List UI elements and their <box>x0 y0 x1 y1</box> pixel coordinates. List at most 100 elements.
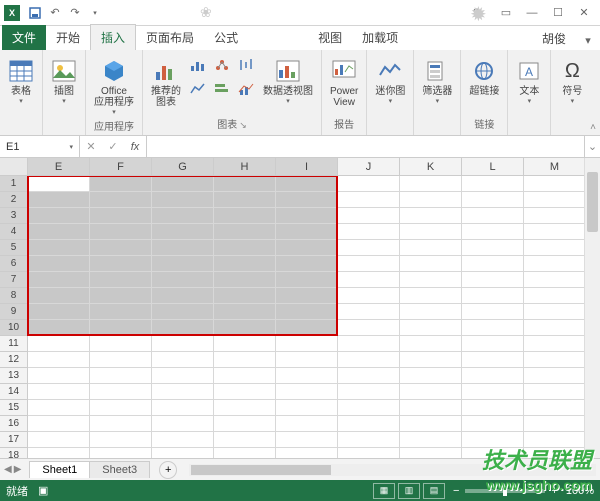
cell[interactable] <box>276 384 338 400</box>
cell[interactable] <box>214 400 276 416</box>
add-sheet-button[interactable]: + <box>159 461 177 479</box>
row-header[interactable]: 13 <box>0 368 28 384</box>
cell[interactable] <box>152 224 214 240</box>
cell[interactable] <box>462 192 524 208</box>
minimize-icon[interactable]: — <box>520 3 544 23</box>
sheet-prev-icon[interactable]: ◀ <box>4 464 12 475</box>
row-header[interactable]: 4 <box>0 224 28 240</box>
row-header[interactable]: 5 <box>0 240 28 256</box>
zoom-out-icon[interactable]: − <box>453 485 459 497</box>
cell[interactable] <box>462 272 524 288</box>
row-header[interactable]: 1 <box>0 176 28 192</box>
cell[interactable] <box>524 192 586 208</box>
user-name[interactable]: 胡俊 <box>532 30 576 47</box>
cell[interactable] <box>524 384 586 400</box>
cell[interactable] <box>524 352 586 368</box>
dialog-launcher-icon[interactable]: ↘ <box>239 120 247 130</box>
cancel-icon[interactable]: ✕ <box>80 140 102 153</box>
symbols-button[interactable]: Ω 符号 ▾ <box>555 54 589 107</box>
column-header[interactable]: E <box>28 158 90 175</box>
collapse-ribbon-icon[interactable]: ˄ <box>590 122 596 133</box>
cell[interactable] <box>276 448 338 458</box>
cell[interactable] <box>524 416 586 432</box>
cell[interactable] <box>90 336 152 352</box>
column-chart-icon[interactable] <box>187 54 209 76</box>
cell[interactable] <box>462 416 524 432</box>
cell[interactable] <box>462 208 524 224</box>
cell[interactable] <box>400 256 462 272</box>
sparklines-button[interactable]: 迷你图 ▾ <box>371 54 409 107</box>
cell[interactable] <box>152 176 214 192</box>
cell[interactable] <box>90 384 152 400</box>
cell[interactable] <box>276 192 338 208</box>
cell[interactable] <box>276 256 338 272</box>
cell[interactable] <box>214 304 276 320</box>
cell[interactable] <box>28 368 90 384</box>
column-header[interactable]: I <box>276 158 338 175</box>
cell[interactable] <box>152 272 214 288</box>
cell[interactable] <box>400 208 462 224</box>
bar-chart-icon[interactable] <box>211 78 233 100</box>
cell[interactable] <box>524 400 586 416</box>
cell[interactable] <box>90 288 152 304</box>
cell[interactable] <box>338 208 400 224</box>
cell[interactable] <box>28 256 90 272</box>
tab-insert[interactable]: 插入 <box>90 24 136 50</box>
ribbon-options-icon[interactable]: ▭ <box>494 3 518 23</box>
cell[interactable] <box>276 400 338 416</box>
cell[interactable] <box>152 192 214 208</box>
cell[interactable] <box>28 176 90 192</box>
cell[interactable] <box>462 304 524 320</box>
zoom-thumb[interactable] <box>503 486 507 496</box>
tab-file[interactable]: 文件 <box>2 25 46 50</box>
cell[interactable] <box>338 432 400 448</box>
cell[interactable] <box>28 400 90 416</box>
cell[interactable] <box>524 240 586 256</box>
cell[interactable] <box>400 192 462 208</box>
cell[interactable] <box>214 192 276 208</box>
row-header[interactable]: 6 <box>0 256 28 272</box>
cell[interactable] <box>524 256 586 272</box>
cell[interactable] <box>90 256 152 272</box>
grid-body[interactable]: 123456789101112131415161718 <box>0 176 600 458</box>
cell[interactable] <box>276 208 338 224</box>
cell[interactable] <box>276 272 338 288</box>
cell[interactable] <box>152 240 214 256</box>
cell[interactable] <box>28 416 90 432</box>
cell[interactable] <box>90 208 152 224</box>
cell[interactable] <box>338 336 400 352</box>
cell[interactable] <box>462 432 524 448</box>
cell[interactable] <box>90 240 152 256</box>
cell[interactable] <box>524 304 586 320</box>
cell[interactable] <box>462 368 524 384</box>
hierarchy-chart-icon[interactable] <box>211 54 233 76</box>
cell[interactable] <box>400 352 462 368</box>
cell[interactable] <box>90 320 152 336</box>
cell[interactable] <box>90 400 152 416</box>
cell[interactable] <box>152 208 214 224</box>
cell[interactable] <box>338 192 400 208</box>
cell[interactable] <box>400 336 462 352</box>
cell[interactable] <box>338 320 400 336</box>
formula-input[interactable] <box>147 136 584 157</box>
select-all-corner[interactable] <box>0 158 28 175</box>
cell[interactable] <box>152 336 214 352</box>
cell[interactable] <box>214 320 276 336</box>
cell[interactable] <box>462 400 524 416</box>
close-icon[interactable]: ✕ <box>572 3 596 23</box>
cell[interactable] <box>276 432 338 448</box>
pivot-chart-button[interactable]: 数据透视图 ▾ <box>259 54 317 107</box>
zoom-slider[interactable] <box>465 489 545 493</box>
cell[interactable] <box>462 256 524 272</box>
cell[interactable] <box>28 208 90 224</box>
cell[interactable] <box>276 352 338 368</box>
row-header[interactable]: 16 <box>0 416 28 432</box>
enter-icon[interactable]: ✓ <box>102 140 124 153</box>
sheet-next-icon[interactable]: ▶ <box>14 464 22 475</box>
stock-chart-icon[interactable] <box>235 54 257 76</box>
scroll-thumb[interactable] <box>587 172 598 232</box>
cell[interactable] <box>28 320 90 336</box>
cell[interactable] <box>400 400 462 416</box>
cell[interactable] <box>214 448 276 458</box>
horizontal-scrollbar[interactable] <box>189 464 596 476</box>
